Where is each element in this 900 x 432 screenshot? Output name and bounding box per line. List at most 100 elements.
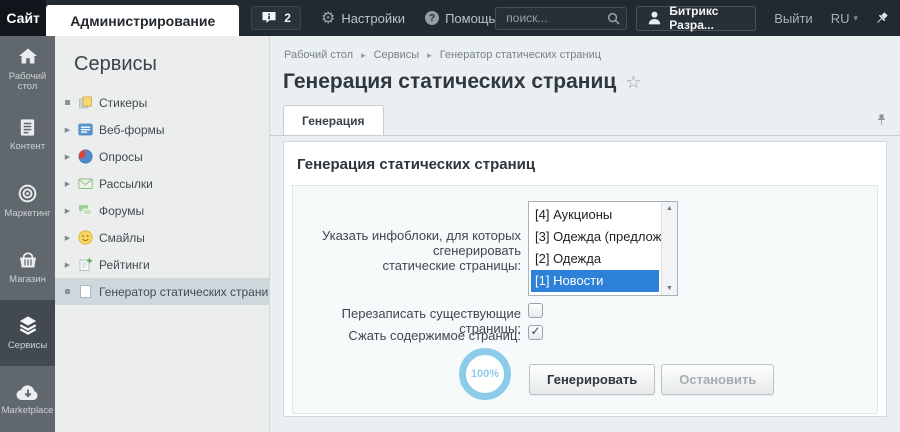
listbox-option-selected[interactable]: [1] Новости	[531, 270, 659, 292]
menu-item-label: Рейтинги	[99, 258, 150, 272]
expand-arrow-icon[interactable]	[62, 126, 73, 134]
search-icon[interactable]	[607, 12, 620, 25]
ratings-icon	[78, 257, 93, 272]
infoblocks-label: Указать инфоблоки, для которых сгенериро…	[293, 228, 521, 273]
menu-title: Сервисы	[55, 36, 269, 89]
scroll-up-icon[interactable]	[662, 205, 677, 212]
home-icon	[16, 46, 40, 68]
page-icon	[78, 284, 93, 299]
main-content: Рабочий стол Сервисы Генератор статическ…	[270, 36, 900, 432]
rail-item-label: Marketplace	[2, 406, 54, 417]
left-rail: Рабочий стол Контент Маркетинг Магазин С…	[0, 36, 55, 432]
breadcrumb-link-services[interactable]: Сервисы	[374, 49, 420, 61]
search-input[interactable]	[504, 10, 607, 26]
rail-item-services[interactable]: Сервисы	[0, 300, 55, 366]
form-body: Указать инфоблоки, для которых сгенериро…	[292, 185, 878, 414]
webform-icon	[78, 122, 93, 137]
tab-strip: Генерация	[270, 106, 900, 136]
menu-item-ratings[interactable]: Рейтинги	[55, 251, 269, 278]
smiley-icon	[78, 230, 93, 245]
menu-item-forums[interactable]: Форумы	[55, 197, 269, 224]
admin-tab[interactable]: Администрирование	[46, 5, 239, 36]
pie-chart-icon	[78, 149, 93, 164]
breadcrumb-separator-icon	[361, 49, 366, 61]
pin-form-icon[interactable]	[875, 113, 888, 127]
menu-item-polls[interactable]: Опросы	[55, 143, 269, 170]
menu-item-smileys[interactable]: Смайлы	[55, 224, 269, 251]
rail-item-marketing[interactable]: Маркетинг	[0, 168, 55, 234]
menu-item-label: Генератор статических страниц	[99, 285, 269, 299]
search-box[interactable]	[495, 7, 627, 30]
language-selector[interactable]: RU	[831, 11, 858, 26]
menu-item-label: Опросы	[99, 150, 143, 164]
rail-item-label: Сервисы	[8, 341, 47, 352]
menu-item-stickers[interactable]: Стикеры	[55, 89, 269, 116]
overwrite-checkbox[interactable]	[528, 303, 543, 318]
pin-icon[interactable]	[874, 11, 889, 26]
settings-button[interactable]: Настройки	[321, 10, 405, 26]
favorite-star-icon[interactable]	[625, 72, 641, 93]
expand-arrow-icon[interactable]	[62, 207, 73, 215]
expand-arrow-icon[interactable]	[62, 180, 73, 188]
square-bullet-icon	[62, 289, 73, 294]
notification-bubble-icon	[261, 11, 277, 25]
expand-arrow-icon[interactable]	[62, 153, 73, 161]
infoblocks-label-line1: Указать инфоблоки, для которых сгенериро…	[322, 228, 521, 258]
rail-item-label: Рабочий стол	[0, 72, 55, 93]
menu-item-mailings[interactable]: Рассылки	[55, 170, 269, 197]
listbox-scrollbar[interactable]	[661, 202, 677, 295]
rail-item-content[interactable]: Контент	[0, 102, 55, 168]
rail-item-label: Маркетинг	[4, 209, 50, 220]
sidebar-menu: Сервисы Стикеры Веб-формы Опросы	[55, 36, 270, 432]
listbox-option[interactable]: [4] Аукционы	[531, 204, 659, 226]
menu-item-label: Рассылки	[99, 177, 153, 191]
square-bullet-icon	[62, 100, 73, 105]
help-button[interactable]: Помощь	[425, 11, 495, 26]
page-title: Генерация статических страниц	[283, 70, 616, 94]
scroll-down-icon[interactable]	[662, 285, 677, 292]
notifications-button[interactable]: 2	[251, 6, 301, 30]
stop-button[interactable]: Остановить	[661, 364, 774, 395]
rail-item-shop[interactable]: Магазин	[0, 234, 55, 300]
menu-item-label: Стикеры	[99, 96, 147, 110]
menu-item-webforms[interactable]: Веб-формы	[55, 116, 269, 143]
expand-arrow-icon[interactable]	[62, 261, 73, 269]
sticker-icon	[78, 95, 93, 110]
content-icon	[17, 117, 38, 138]
site-tab[interactable]: Сайт	[0, 0, 46, 36]
help-label: Помощь	[445, 11, 495, 26]
user-icon	[648, 11, 661, 25]
layers-icon	[16, 314, 40, 337]
expand-arrow-icon[interactable]	[62, 234, 73, 242]
rail-item-marketplace[interactable]: Marketplace	[0, 366, 55, 432]
rail-item-desktop[interactable]: Рабочий стол	[0, 36, 55, 102]
progress-indicator: 100%	[459, 348, 511, 400]
logout-link[interactable]: Выйти	[774, 11, 813, 26]
language-value: RU	[831, 11, 850, 26]
notifications-count: 2	[284, 11, 291, 25]
menu-item-static-page-generator[interactable]: Генератор статических страниц	[55, 278, 269, 305]
rail-item-label: Магазин	[9, 275, 46, 286]
rail-item-label: Контент	[10, 142, 45, 153]
envelope-icon	[78, 176, 93, 191]
breadcrumb: Рабочий стол Сервисы Генератор статическ…	[284, 49, 900, 61]
breadcrumb-current[interactable]: Генератор статических страниц	[440, 49, 601, 61]
listbox-option[interactable]: [3] Одежда (предложения)	[531, 226, 659, 248]
compress-checkbox[interactable]	[528, 325, 543, 340]
breadcrumb-link-desktop[interactable]: Рабочий стол	[284, 49, 353, 61]
user-menu-button[interactable]: Битрикс Разра...	[636, 6, 756, 31]
listbox-option[interactable]: [2] Одежда	[531, 248, 659, 270]
basket-icon	[16, 249, 40, 271]
user-name: Битрикс Разра...	[669, 4, 744, 32]
chat-bubbles-icon	[78, 203, 93, 218]
tab-generation[interactable]: Генерация	[283, 105, 384, 135]
menu-item-label: Веб-формы	[99, 123, 165, 137]
progress-value: 100%	[471, 368, 499, 380]
gear-icon	[321, 10, 335, 26]
question-icon	[425, 11, 439, 25]
form-panel: Генерация статических страниц Указать ин…	[283, 141, 887, 417]
infoblocks-listbox[interactable]: [4] Аукционы [3] Одежда (предложения) [2…	[528, 201, 678, 296]
settings-label: Настройки	[341, 11, 405, 26]
menu-item-label: Смайлы	[99, 231, 145, 245]
generate-button[interactable]: Генерировать	[529, 364, 655, 395]
